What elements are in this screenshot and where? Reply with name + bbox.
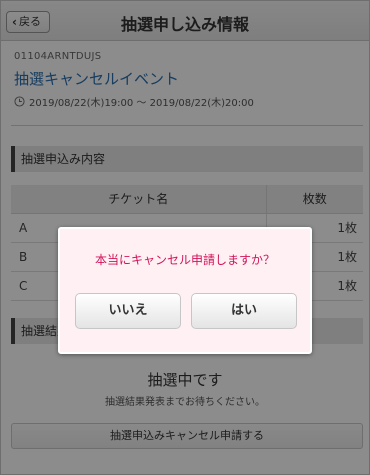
confirm-dialog: 本当にキャンセル申請しますか？ いいえ はい: [58, 227, 312, 354]
no-button[interactable]: いいえ: [75, 293, 181, 329]
yes-button[interactable]: はい: [191, 293, 297, 329]
dialog-message: 本当にキャンセル申請しますか？: [94, 253, 275, 267]
